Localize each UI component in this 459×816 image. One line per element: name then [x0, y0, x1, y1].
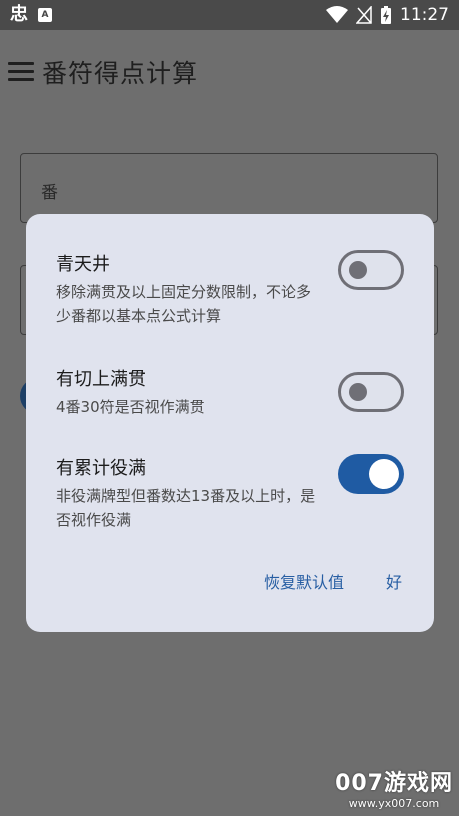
a-badge-icon: A — [38, 8, 52, 22]
page-title: 番符得点计算 — [42, 59, 199, 88]
setting-description: 非役满牌型但番数达13番及以上时，是否视作役满 — [56, 487, 316, 529]
reset-defaults-button[interactable]: 恢复默认值 — [264, 569, 344, 593]
kiriage-mangan-toggle[interactable] — [338, 372, 404, 412]
setting-description: 移除满贯及以上固定分数限制，不论多少番都以基本点公式计算 — [56, 283, 312, 325]
fan-input-field[interactable]: 番 — [20, 153, 438, 223]
watermark-url: www.yx007.com — [348, 797, 440, 810]
signal-off-icon — [356, 6, 372, 24]
kazoe-yakuman-toggle[interactable] — [338, 454, 404, 494]
clock-time: 11:27 — [400, 5, 449, 25]
watermark-brand: 007游戏网 — [335, 771, 453, 796]
watermark: 007游戏网 www.yx007.com — [335, 765, 453, 810]
toggle-knob — [369, 459, 399, 489]
setting-description: 4番30符是否视作满贯 — [56, 398, 205, 416]
menu-icon[interactable] — [8, 62, 34, 82]
status-bar: 忠 A 11:27 — [0, 0, 459, 30]
toggle-knob — [349, 261, 367, 279]
settings-dialog: 青天井 移除满贯及以上固定分数限制，不论多少番都以基本点公式计算 有切上满贯 4… — [26, 214, 434, 632]
status-bar-left: 忠 A — [10, 4, 52, 26]
fan-input-label: 番 — [41, 183, 58, 203]
toggle-knob — [349, 383, 367, 401]
wifi-icon — [326, 6, 348, 23]
app-notification-icon: 忠 — [10, 4, 28, 25]
ok-button[interactable]: 好 — [386, 569, 402, 593]
app-bar: 番符得点计算 — [0, 30, 459, 114]
aotenjou-toggle[interactable] — [338, 250, 404, 290]
battery-charging-icon — [381, 6, 391, 24]
dialog-actions: 恢复默认值 好 — [264, 569, 402, 593]
status-bar-right: 11:27 — [326, 4, 449, 26]
